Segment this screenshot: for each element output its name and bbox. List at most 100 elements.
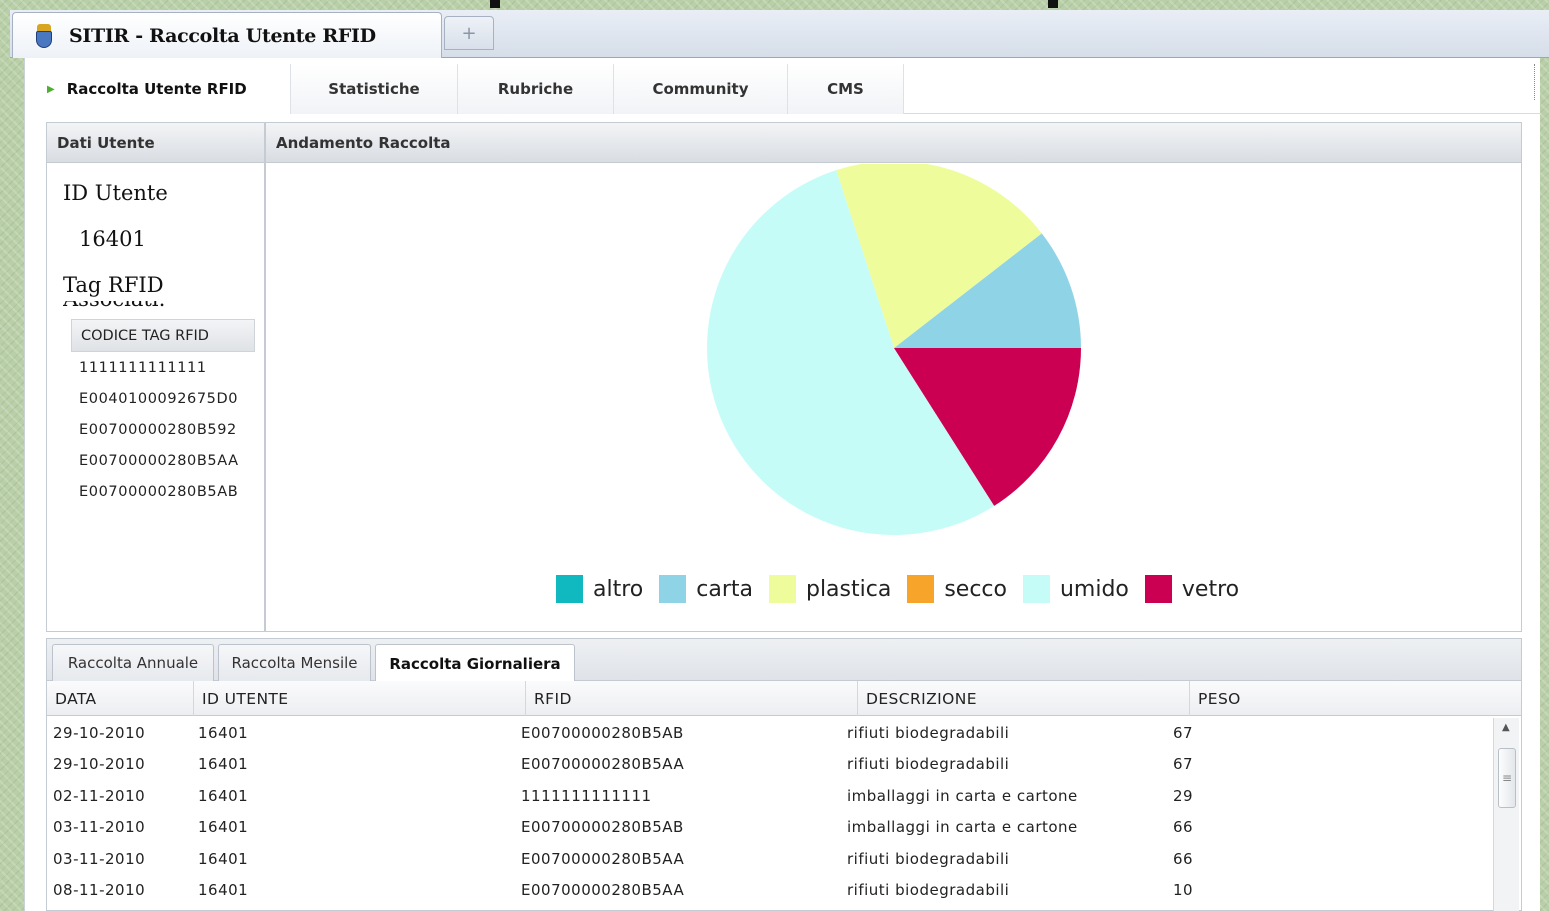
scrollbar-thumb[interactable]: ≡ bbox=[1498, 748, 1516, 808]
page-edge bbox=[1534, 64, 1536, 100]
legend-swatch bbox=[556, 575, 583, 603]
table-row[interactable]: 29-10-2010 16401 E00700000280B5AA rifiuti b… bbox=[47, 749, 1492, 780]
chart-panel: Andamento Raccolta altro carta plastica sec… bbox=[265, 122, 1522, 632]
table-cell: 16401 bbox=[198, 755, 249, 773]
tag-row[interactable]: E0040100092675D0 bbox=[71, 383, 255, 414]
table-cell: 03-11-2010 bbox=[53, 818, 146, 836]
table-cell: rifiuti biodegradabili bbox=[847, 849, 1010, 868]
legend-swatch bbox=[907, 575, 935, 603]
nav-item-community[interactable]: Community bbox=[614, 64, 788, 114]
panel-header: Dati Utente bbox=[47, 123, 264, 163]
table-cell: rifiuti biodegradabili bbox=[847, 881, 1010, 899]
tag-row[interactable]: 1111111111111 bbox=[71, 352, 255, 383]
pie-chart bbox=[706, 164, 1081, 536]
nav-item-label: CMS bbox=[827, 80, 864, 98]
user-id-value: 16401 bbox=[79, 227, 146, 251]
table-cell: 16401 bbox=[198, 723, 249, 742]
nav-item-label: Raccolta Utente RFID bbox=[66, 80, 247, 98]
legend-label: secco bbox=[944, 576, 1007, 602]
user-data-panel: Dati Utente ID Utente 16401 Tag RFID Ass… bbox=[46, 122, 265, 632]
table-row[interactable]: 02-11-2010 16401 1111111111111 imballaggi i… bbox=[47, 780, 1492, 811]
chart-legend: altro carta plastica secco umido vetro bbox=[556, 575, 1255, 603]
browser-tab-title: SITIR - Raccolta Utente RFID bbox=[69, 24, 376, 47]
table-cell: 16401 bbox=[198, 786, 249, 805]
tag-rfid-label-cont: Associati: bbox=[63, 301, 253, 313]
tag-row[interactable]: E00700000280B5AA bbox=[71, 445, 255, 476]
arrow-up-icon[interactable]: ▲ bbox=[1502, 722, 1510, 733]
tag-table-header[interactable]: CODICE TAG RFID bbox=[71, 319, 255, 352]
legend-item[interactable]: carta bbox=[659, 575, 753, 603]
grip-icon: ≡ bbox=[1501, 771, 1513, 785]
legend-label: altro bbox=[593, 576, 644, 602]
new-tab-button[interactable]: + bbox=[444, 16, 494, 50]
table-cell: E00700000280B5AA bbox=[521, 755, 685, 773]
table-row[interactable]: 29-10-2010 16401 E00700000280B5AB rifiuti b… bbox=[47, 717, 1492, 748]
nav-item-cms[interactable]: CMS bbox=[788, 64, 904, 114]
tab-raccolta-giornaliera[interactable]: Raccolta Giornaliera bbox=[375, 644, 575, 682]
legend-item[interactable]: secco bbox=[907, 575, 1007, 603]
column-header-descrizione[interactable]: DESCRIZIONE bbox=[858, 681, 1190, 716]
table-row[interactable]: 08-11-2010 16401 E00700000280B5AA rifiuti b… bbox=[47, 875, 1492, 906]
legend-item[interactable]: altro bbox=[556, 575, 643, 603]
vertical-scrollbar[interactable]: ▲ ≡ bbox=[1493, 718, 1519, 911]
table-row[interactable]: 03-11-2010 16401 E00700000280B5AB imballagg… bbox=[47, 812, 1492, 843]
nav-item-label: Statistiche bbox=[328, 80, 420, 98]
table-cell: 66 bbox=[1173, 818, 1194, 836]
table-cell: 16401 bbox=[198, 881, 249, 899]
legend-swatch bbox=[1144, 575, 1172, 603]
plus-icon: + bbox=[461, 22, 477, 44]
browser-tab[interactable]: SITIR - Raccolta Utente RFID bbox=[12, 12, 442, 58]
column-header-data[interactable]: DATA bbox=[47, 681, 194, 716]
tag-rfid-label-cont-text: Associati: bbox=[63, 301, 166, 311]
nav-item-label: Rubriche bbox=[497, 80, 574, 98]
table-cell: 03-11-2010 bbox=[53, 849, 146, 868]
legend-swatch bbox=[659, 575, 687, 603]
grid-tabs: Raccolta Annuale Raccolta Mensile Raccol… bbox=[47, 639, 1521, 682]
browser-tab-bar: SITIR - Raccolta Utente RFID + bbox=[10, 10, 1549, 58]
grid-column-header: DATA ID UTENTE RFID DESCRIZIONE PESO bbox=[47, 681, 1521, 716]
table-cell: 08-11-2010 bbox=[53, 881, 146, 899]
tab-raccolta-annuale[interactable]: Raccolta Annuale bbox=[52, 644, 214, 681]
table-cell: 67 bbox=[1173, 755, 1194, 773]
tag-row[interactable]: E00700000280B5AB bbox=[71, 476, 255, 507]
legend-item[interactable]: vetro bbox=[1144, 575, 1239, 603]
table-cell: E00700000280B5AB bbox=[521, 818, 684, 836]
table-cell: 10 bbox=[1173, 881, 1194, 899]
table-cell: rifiuti biodegradabili bbox=[847, 723, 1010, 742]
tag-rfid-label: Tag RFID bbox=[63, 273, 164, 297]
table-cell: E00700000280B5AB bbox=[521, 723, 684, 742]
panel-header: Andamento Raccolta bbox=[266, 123, 1521, 163]
nav-item-rubriche[interactable]: Rubriche bbox=[458, 64, 614, 114]
table-cell: 16401 bbox=[198, 849, 249, 868]
column-header-peso[interactable]: PESO bbox=[1190, 681, 1521, 716]
table-cell: 29 bbox=[1173, 786, 1194, 805]
table-cell: 16401 bbox=[198, 818, 249, 836]
top-strip bbox=[0, 0, 1549, 10]
main-nav: ▶ Raccolta Utente RFID Statistiche Rubri… bbox=[25, 64, 1541, 114]
table-row[interactable]: 03-11-2010 16401 E00700000280B5AA rifiuti b… bbox=[47, 843, 1492, 874]
table-cell: 29-10-2010 bbox=[53, 755, 146, 773]
legend-label: umido bbox=[1059, 576, 1129, 602]
column-header-id-utente[interactable]: ID UTENTE bbox=[194, 681, 526, 716]
nav-item-statistiche[interactable]: Statistiche bbox=[291, 64, 458, 114]
table-cell: 67 bbox=[1173, 723, 1194, 742]
legend-swatch bbox=[1022, 575, 1050, 603]
legend-item[interactable]: plastica bbox=[768, 575, 891, 603]
table-cell: 1111111111111 bbox=[521, 786, 652, 805]
top-mark bbox=[490, 0, 500, 8]
column-header-rfid[interactable]: RFID bbox=[526, 681, 858, 716]
table-cell: 29-10-2010 bbox=[53, 723, 146, 742]
table-cell: E00700000280B5AA bbox=[521, 849, 685, 868]
tag-table: CODICE TAG RFID 1111111111111 E004010009… bbox=[71, 319, 255, 507]
coat-of-arms-icon bbox=[31, 23, 57, 49]
grid-rows: 29-10-2010 16401 E00700000280B5AB rifiuti b… bbox=[47, 717, 1492, 911]
grid-panel: Raccolta Annuale Raccolta Mensile Raccol… bbox=[46, 638, 1522, 911]
page: ▶ Raccolta Utente RFID Statistiche Rubri… bbox=[24, 58, 1541, 911]
tab-raccolta-mensile[interactable]: Raccolta Mensile bbox=[218, 644, 371, 681]
legend-label: carta bbox=[696, 576, 753, 602]
legend-item[interactable]: umido bbox=[1022, 575, 1129, 603]
nav-item-label: Community bbox=[652, 80, 749, 98]
nav-item-raccolta-utente-rfid[interactable]: ▶ Raccolta Utente RFID bbox=[25, 64, 291, 114]
tag-row[interactable]: E00700000280B592 bbox=[71, 414, 255, 445]
table-cell: 02-11-2010 bbox=[53, 786, 146, 805]
